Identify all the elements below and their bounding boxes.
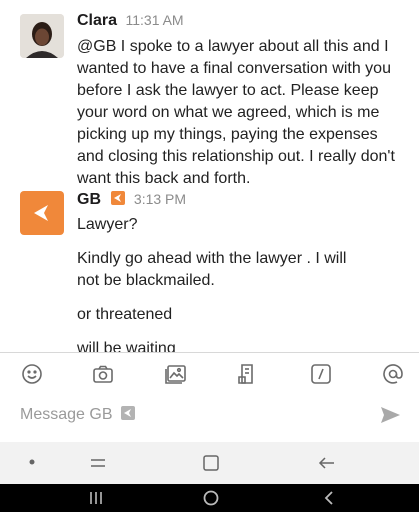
- back-icon[interactable]: [320, 489, 338, 507]
- app-badge-icon: [111, 191, 126, 205]
- android-nav-bar: [0, 442, 419, 484]
- system-nav-bar: [0, 484, 419, 512]
- placeholder-text: Message GB: [20, 406, 113, 423]
- message-paragraph: Kindly go ahead with the lawyer . I will…: [77, 248, 407, 292]
- message-line: and closing this relationship out. I rea…: [77, 148, 395, 165]
- sender-name[interactable]: Clara: [77, 12, 117, 29]
- camera-icon[interactable]: [91, 362, 115, 386]
- composer-toolbar: [0, 352, 419, 395]
- message-line: wanted to have a final conversation with…: [77, 60, 391, 77]
- message-line: before I ask the lawyer to act. Please k…: [77, 82, 379, 99]
- message-body: Lawyer? Kindly go ahead with the lawyer …: [77, 214, 407, 352]
- gb-logo-icon: [34, 205, 48, 221]
- mention-icon[interactable]: [381, 362, 405, 386]
- dot-icon[interactable]: [28, 458, 36, 466]
- recents-gesture-icon[interactable]: [86, 452, 110, 474]
- send-icon[interactable]: [378, 403, 402, 427]
- slash-command-icon[interactable]: [309, 362, 333, 386]
- message-line: your word on what we agreed, which is me: [77, 104, 380, 121]
- message-list: Clara 11:31 AM @GB I spoke to a lawyer a…: [0, 0, 419, 352]
- timestamp: 11:31 AM: [125, 12, 184, 28]
- message-line: want this back and forth.: [77, 170, 251, 187]
- app-badge-icon: [120, 406, 135, 420]
- emoji-icon[interactable]: [20, 362, 44, 386]
- message-paragraph: or threatened: [77, 304, 407, 326]
- sender-name[interactable]: GB: [77, 191, 101, 208]
- message-paragraph: will be waiting: [77, 338, 407, 352]
- recents-icon[interactable]: [87, 489, 105, 507]
- home-icon[interactable]: [202, 489, 220, 507]
- message-line: or threatened: [77, 306, 173, 323]
- message-line: @GB I spoke to a lawyer about all this a…: [77, 38, 389, 55]
- message-line: picking up my things, paying the expense…: [77, 126, 378, 143]
- message-paragraph: Lawyer?: [77, 214, 407, 236]
- message-line: Lawyer?: [77, 216, 138, 233]
- timestamp: 3:13 PM: [133, 191, 187, 207]
- message-placeholder: Message GB: [20, 406, 135, 424]
- back-arrow-icon[interactable]: [315, 452, 339, 474]
- message-line: will be waiting: [77, 340, 176, 352]
- avatar-clara[interactable]: [20, 14, 64, 58]
- message-input[interactable]: Message GB: [0, 396, 419, 436]
- file-icon[interactable]: [235, 362, 259, 386]
- message-line: Kindly go ahead with the lawyer . I will: [77, 250, 347, 267]
- home-square-icon[interactable]: [200, 452, 222, 474]
- avatar-gb[interactable]: [20, 191, 64, 235]
- message-body: @GB I spoke to a lawyer about all this a…: [77, 36, 407, 190]
- image-icon[interactable]: [164, 362, 188, 386]
- message-line: not be blackmailed.: [77, 272, 215, 289]
